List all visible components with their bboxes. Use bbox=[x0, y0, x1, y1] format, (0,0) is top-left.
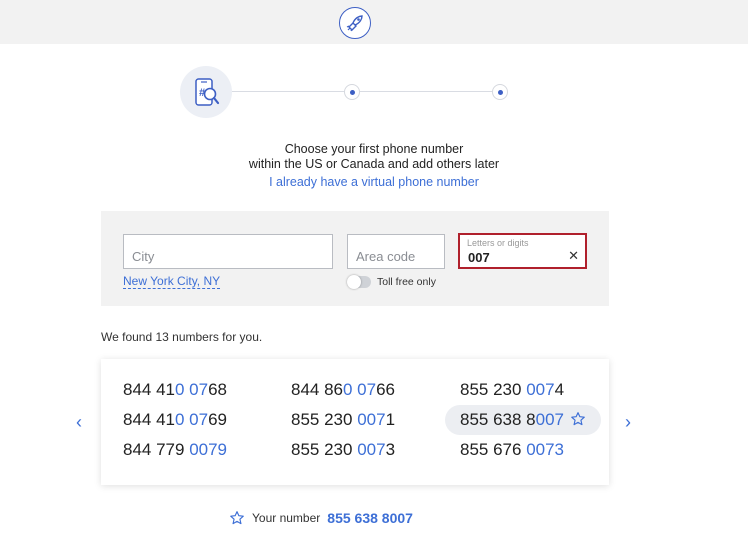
number-match: 007 bbox=[357, 440, 386, 459]
numbers-grid: 844 410 0768 844 860 0766 855 230 0074 8… bbox=[101, 359, 609, 485]
phone-number-option[interactable]: 855 230 0073 bbox=[269, 435, 425, 465]
number-prefix: 855 230 bbox=[291, 410, 358, 429]
number-prefix: 855 676 bbox=[460, 440, 527, 459]
phone-number-option-selected[interactable]: 855 638 8007 bbox=[445, 405, 601, 435]
prev-page-button[interactable]: ‹ bbox=[76, 412, 82, 432]
headline-line-1: Choose your first phone number bbox=[284, 142, 464, 156]
your-number: Your number 855 638 8007 bbox=[229, 509, 413, 527]
phone-number-option[interactable]: 844 410 0768 bbox=[101, 375, 257, 405]
number-match: 0 07 bbox=[175, 410, 209, 429]
number-prefix: 844 41 bbox=[123, 410, 175, 429]
phone-search-icon: # bbox=[180, 66, 232, 118]
phone-number-option[interactable]: 844 410 0769 bbox=[101, 405, 257, 435]
number-match: 0 07 bbox=[343, 380, 377, 399]
city-suggestion-link[interactable]: New York City, NY bbox=[123, 274, 221, 289]
number-suffix: 1 bbox=[385, 410, 396, 429]
step-dot-3 bbox=[492, 84, 508, 100]
number-match: 007 bbox=[526, 380, 555, 399]
results-count: We found 13 numbers for you. bbox=[101, 330, 263, 344]
number-suffix: 3 bbox=[385, 440, 396, 459]
number-match: 0073 bbox=[526, 440, 565, 459]
phone-number-option[interactable]: 855 676 0073 bbox=[438, 435, 594, 465]
top-bar bbox=[0, 0, 748, 44]
number-prefix: 844 86 bbox=[291, 380, 343, 399]
phone-number-option[interactable]: 855 230 0071 bbox=[269, 405, 425, 435]
toll-free-label: Toll free only bbox=[377, 276, 436, 288]
step-dot-2 bbox=[344, 84, 360, 100]
number-prefix: 844 779 bbox=[123, 440, 190, 459]
number-suffix: 4 bbox=[554, 380, 565, 399]
letters-digits-value: 007 bbox=[468, 250, 490, 265]
area-code-input[interactable]: Area code bbox=[347, 234, 445, 269]
number-match: 007 bbox=[535, 410, 565, 429]
phone-number-option[interactable]: 844 779 0079 bbox=[101, 435, 257, 465]
rocket-logo-icon[interactable] bbox=[339, 7, 371, 39]
number-prefix: 844 41 bbox=[123, 380, 175, 399]
your-number-value: 855 638 8007 bbox=[327, 510, 413, 526]
step-connector bbox=[232, 91, 344, 92]
toll-free-toggle[interactable] bbox=[347, 275, 371, 289]
step-connector bbox=[360, 91, 492, 92]
number-match: 0079 bbox=[189, 440, 228, 459]
area-code-placeholder: Area code bbox=[356, 249, 416, 264]
number-match: 0 07 bbox=[175, 380, 209, 399]
phone-number-option[interactable]: 855 230 0074 bbox=[438, 375, 594, 405]
star-icon bbox=[230, 511, 244, 525]
number-suffix: 68 bbox=[208, 380, 228, 399]
phone-number-option[interactable]: 844 860 0766 bbox=[269, 375, 425, 405]
star-icon[interactable] bbox=[570, 411, 586, 427]
city-input[interactable]: City bbox=[123, 234, 333, 269]
your-number-label: Your number bbox=[252, 511, 321, 525]
close-icon[interactable]: ✕ bbox=[568, 249, 579, 262]
number-prefix: 855 638 8 bbox=[460, 410, 536, 429]
number-suffix: 66 bbox=[376, 380, 396, 399]
number-match: 007 bbox=[357, 410, 386, 429]
letters-digits-input[interactable]: Letters or digits 007 ✕ bbox=[458, 233, 587, 269]
letters-digits-label: Letters or digits bbox=[467, 238, 529, 248]
number-prefix: 855 230 bbox=[291, 440, 358, 459]
progress-stepper: # bbox=[180, 66, 520, 120]
headline-line-2: within the US or Canada and add others l… bbox=[248, 157, 500, 171]
number-prefix: 855 230 bbox=[460, 380, 527, 399]
number-suffix: 69 bbox=[208, 410, 228, 429]
next-page-button[interactable]: › bbox=[625, 412, 631, 432]
virtual-number-link[interactable]: I already have a virtual phone number bbox=[0, 175, 748, 189]
city-placeholder: City bbox=[132, 249, 155, 264]
